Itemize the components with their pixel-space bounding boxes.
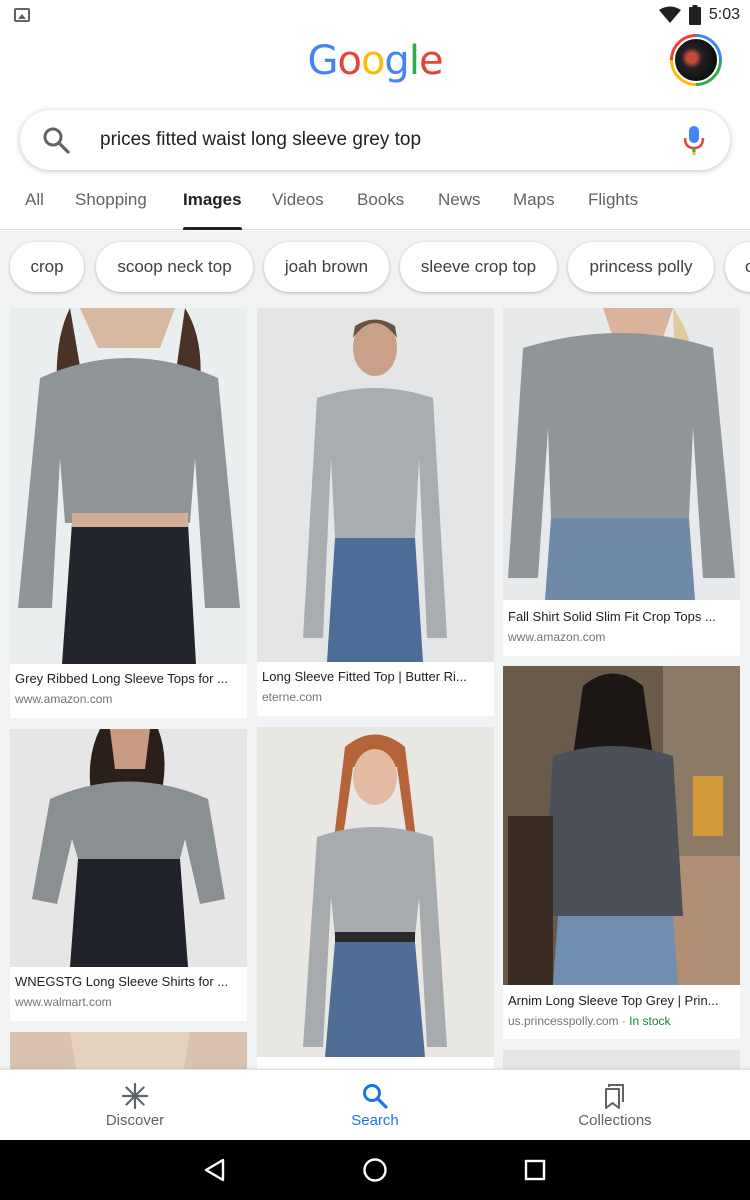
tab-shopping[interactable]: Shopping: [75, 190, 147, 210]
avatar-image: [673, 37, 719, 83]
result-title: WNEGSTG Long Sleeve Shirts for ...: [15, 974, 229, 989]
tab-news[interactable]: News: [438, 190, 481, 210]
nav-label: Search: [351, 1112, 399, 1129]
nav-label: Discover: [105, 1112, 165, 1129]
chip-sleeve-crop-top[interactable]: sleeve crop top: [400, 242, 557, 292]
logo-letter: G: [307, 38, 338, 84]
image-notification-icon: [14, 8, 30, 22]
stock-status: In stock: [629, 1014, 671, 1028]
clock: 5:03: [708, 6, 740, 23]
nav-search[interactable]: Search: [295, 1070, 455, 1141]
result-domain: us.princesspolly.com · In stock: [508, 1014, 735, 1028]
search-icon: [363, 1084, 388, 1109]
nav-label: Collections: [578, 1112, 652, 1129]
image-result[interactable]: [503, 1050, 740, 1069]
google-logo[interactable]: Google: [0, 38, 750, 84]
status-bar: 5:03: [0, 0, 750, 32]
tab-books[interactable]: Books: [357, 190, 404, 210]
chip-princess-polly[interactable]: princess polly: [568, 242, 714, 292]
image-result[interactable]: Fall Shirt Solid Slim Fit Crop Tops ... …: [503, 308, 740, 656]
search-tabs: All Shopping Images Videos Books News Ma…: [0, 186, 750, 230]
result-title: Long Sleeve Fitted Top | Butter Ri...: [262, 669, 467, 684]
search-box[interactable]: prices fitted waist long sleeve grey top: [20, 110, 730, 170]
chip-joah-brown[interactable]: joah brown: [264, 242, 389, 292]
result-thumbnail[interactable]: [503, 1050, 740, 1069]
asterisk-icon: [121, 1082, 149, 1110]
logo-letter: g: [384, 38, 409, 84]
result-domain: www.amazon.com: [508, 630, 606, 644]
result-title: Fall Shirt Solid Slim Fit Crop Tops ...: [508, 609, 716, 624]
logo-letter: e: [418, 38, 444, 84]
microphone-icon[interactable]: [682, 124, 706, 156]
tab-all[interactable]: All: [25, 190, 44, 210]
home-icon[interactable]: [361, 1156, 389, 1184]
search-query[interactable]: prices fitted waist long sleeve grey top: [100, 129, 421, 151]
image-results-grid: Grey Ribbed Long Sleeve Tops for ... www…: [0, 301, 750, 1069]
result-thumbnail[interactable]: [10, 308, 247, 664]
image-result[interactable]: [257, 727, 494, 1069]
result-thumbnail[interactable]: [503, 666, 740, 985]
account-avatar[interactable]: [670, 34, 722, 86]
separator: ·: [618, 1014, 630, 1028]
bottom-navigation: Discover Search Collections: [0, 1069, 750, 1140]
tab-flights[interactable]: Flights: [588, 190, 638, 210]
result-domain: eterne.com: [262, 690, 323, 704]
chip-scoop-neck-top[interactable]: scoop neck top: [96, 242, 253, 292]
chip-crop[interactable]: crop: [10, 242, 84, 292]
result-domain-text: us.princesspolly.com: [508, 1014, 619, 1028]
nav-collections[interactable]: Collections: [535, 1070, 695, 1141]
status-indicators: 5:03: [658, 5, 740, 25]
active-tab-indicator: [183, 227, 242, 230]
wifi-icon: [658, 6, 681, 23]
logo-letter: l: [408, 38, 420, 84]
result-domain: www.amazon.com: [15, 692, 113, 706]
image-result[interactable]: Arnim Long Sleeve Top Grey | Prin... us.…: [503, 666, 740, 1039]
result-title: Grey Ribbed Long Sleeve Tops for ...: [15, 671, 228, 686]
battery-icon: [688, 5, 701, 25]
logo-letter: o: [337, 38, 362, 84]
image-result[interactable]: WNEGSTG Long Sleeve Shirts for ... www.w…: [10, 729, 247, 1021]
tab-videos[interactable]: Videos: [272, 190, 324, 210]
tab-maps[interactable]: Maps: [513, 190, 555, 210]
result-domain: www.walmart.com: [15, 995, 112, 1009]
image-result[interactable]: Long Sleeve Fitted Top | Butter Ri... et…: [257, 308, 494, 716]
back-icon[interactable]: [201, 1156, 229, 1184]
recents-icon[interactable]: [521, 1156, 549, 1184]
nav-discover[interactable]: Discover: [55, 1070, 215, 1141]
logo-letter: o: [360, 38, 386, 84]
result-thumbnail[interactable]: [257, 308, 494, 662]
chip-partial[interactable]: c: [725, 242, 750, 292]
result-thumbnail[interactable]: [10, 1032, 247, 1069]
result-title: Arnim Long Sleeve Top Grey | Prin...: [508, 993, 719, 1008]
system-navigation-bar: [0, 1140, 750, 1200]
bookmark-icon: [605, 1084, 624, 1109]
result-thumbnail[interactable]: [503, 308, 740, 600]
search-icon[interactable]: [42, 126, 70, 154]
result-thumbnail[interactable]: [257, 727, 494, 1057]
result-thumbnail[interactable]: [10, 729, 247, 967]
image-result[interactable]: Grey Ribbed Long Sleeve Tops for ... www…: [10, 308, 247, 718]
image-result[interactable]: [10, 1032, 247, 1069]
tab-images[interactable]: Images: [183, 190, 242, 210]
related-searches-chips: crop scoop neck top joah brown sleeve cr…: [0, 231, 750, 301]
